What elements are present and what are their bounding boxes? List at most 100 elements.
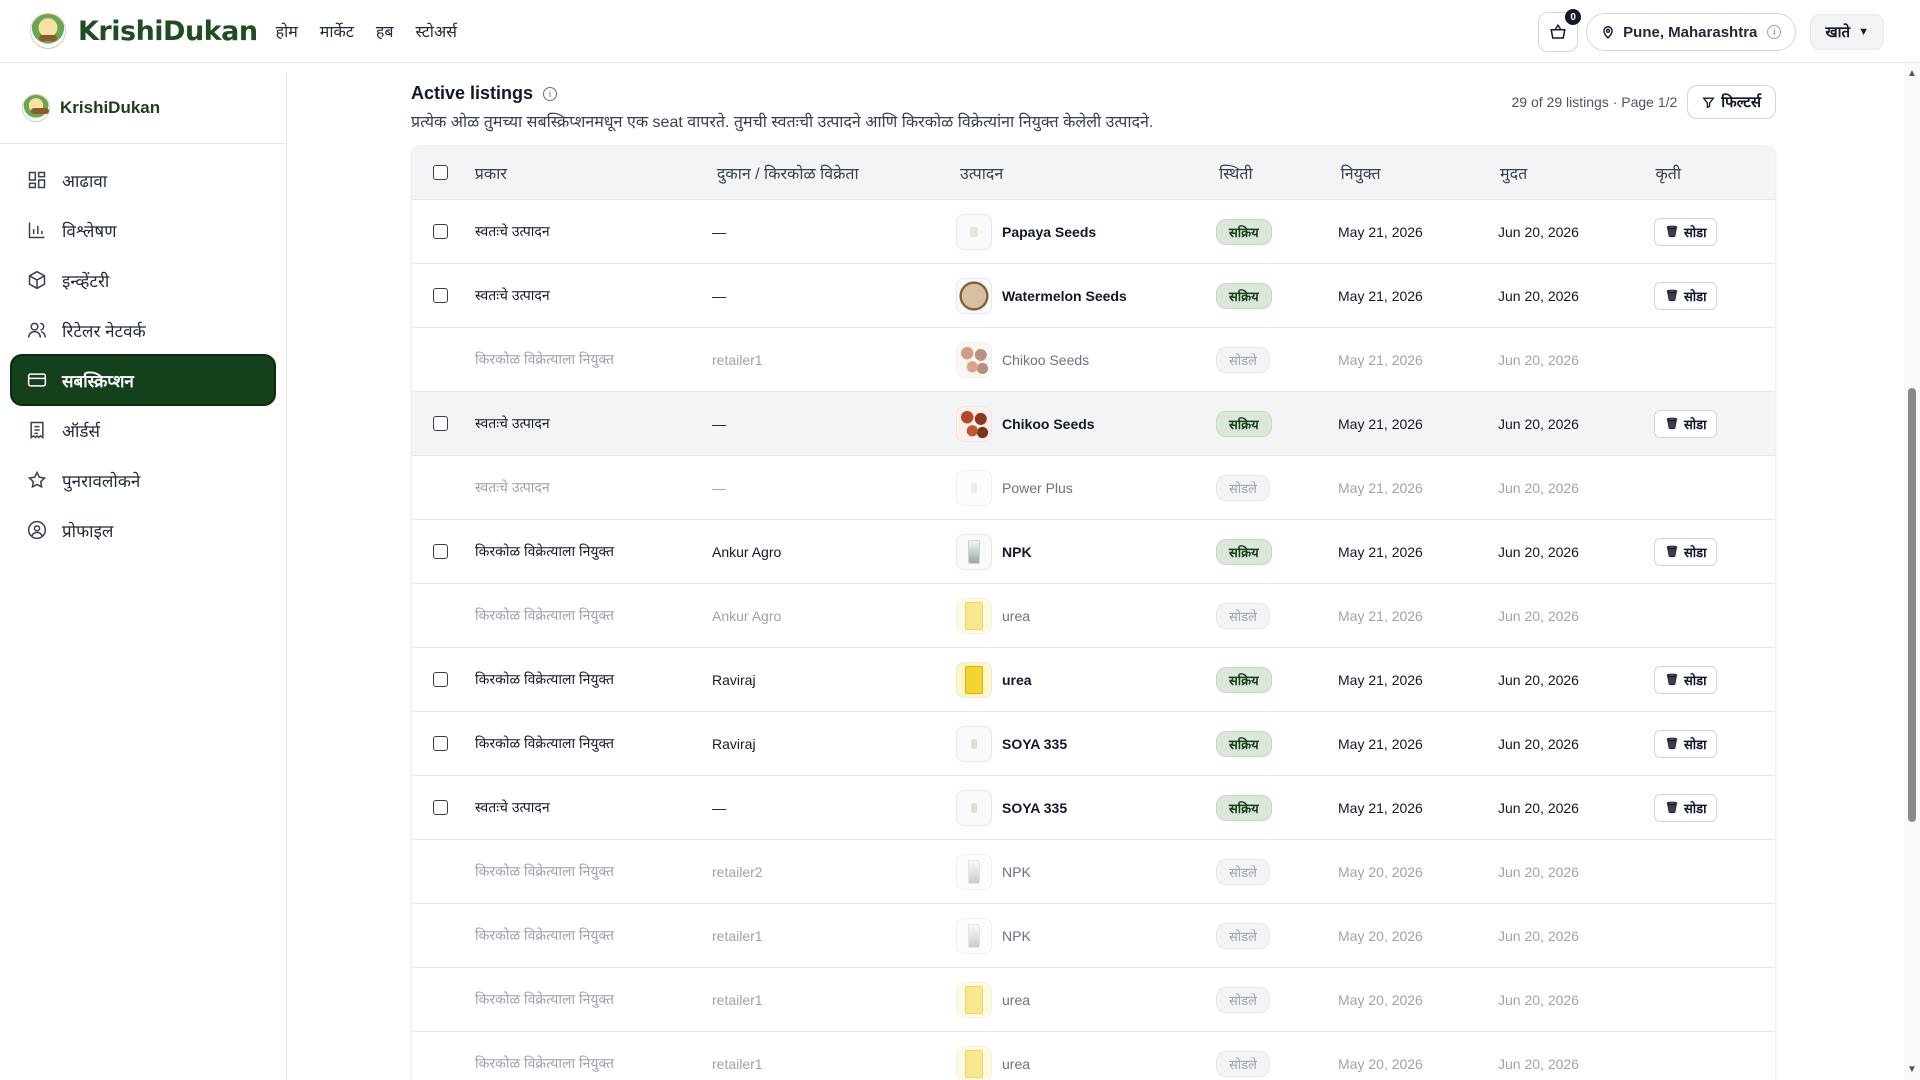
- column-header-shop[interactable]: दुकान / किरकोळ विक्रेता: [717, 162, 960, 184]
- row-shop: —: [712, 287, 726, 304]
- trash-icon: 🗑: [1665, 674, 1679, 686]
- status-badge: सक्रिय: [1216, 730, 1272, 757]
- row-product: Chikoo Seeds: [956, 341, 1216, 378]
- row-expiry-date: Jun 20, 2026: [1498, 351, 1579, 368]
- row-type: स्वतःचे उत्पादन: [475, 415, 550, 431]
- row-shop: Raviraj: [712, 735, 756, 752]
- row-expiry-date: Jun 20, 2026: [1498, 863, 1579, 880]
- row-product: Power Plus: [956, 469, 1216, 506]
- star-icon: [26, 469, 48, 491]
- table-row[interactable]: किरकोळ विक्रेत्याला नियुक्त retailer1 NPK स…: [412, 903, 1775, 967]
- status-badge: सोडले: [1216, 922, 1270, 949]
- select-all-checkbox[interactable]: [432, 165, 448, 180]
- table-row[interactable]: स्वतःचे उत्पादन — Power Plus सोडले May 21, 2…: [412, 455, 1775, 519]
- column-header-product[interactable]: उत्पादन: [960, 162, 1219, 184]
- row-assigned-date: May 21, 2026: [1338, 799, 1423, 816]
- scroll-up-icon[interactable]: ▲: [1907, 68, 1917, 79]
- sidebar-item-overview[interactable]: आढावा: [12, 156, 274, 204]
- row-checkbox[interactable]: [433, 800, 448, 815]
- logo-icon: [22, 93, 50, 122]
- trash-icon: 🗑: [1665, 226, 1679, 238]
- product-thumbnail: [956, 213, 992, 250]
- product-thumbnail: [956, 277, 992, 314]
- table-row[interactable]: किरकोळ विक्रेत्याला नियुक्त Ankur Agro NPK…: [412, 519, 1775, 583]
- table-row[interactable]: स्वतःचे उत्पादन — Papaya Seeds सक्रिय May 21…: [412, 199, 1775, 263]
- row-type: किरकोळ विक्रेत्याला नियुक्त: [475, 607, 614, 623]
- main-content: Active listings i प्रत्येक ओळ तुमच्या सब…: [288, 63, 1904, 1080]
- listings-meta: 29 of 29 listings · Page 1/2 फिल्टर्स: [1511, 85, 1776, 119]
- sidebar-brand[interactable]: KrishiDukan: [0, 72, 286, 144]
- product-name: Watermelon Seeds: [1002, 287, 1127, 304]
- row-checkbox[interactable]: [433, 224, 448, 239]
- row-checkbox[interactable]: [433, 736, 448, 751]
- table-row[interactable]: स्वतःचे उत्पादन — Watermelon Seeds सक्रिय Ma…: [412, 263, 1775, 327]
- column-header-status[interactable]: स्थिती: [1219, 162, 1341, 184]
- table-row[interactable]: किरकोळ विक्रेत्याला नियुक्त Raviraj urea सक…: [412, 647, 1775, 711]
- sidebar-item-label: सबस्क्रिप्शन: [62, 371, 134, 391]
- table-row[interactable]: स्वतःचे उत्पादन — Chikoo Seeds सक्रिय May 21…: [412, 391, 1775, 455]
- table-row[interactable]: किरकोळ विक्रेत्याला नियुक्त retailer2 NPK स…: [412, 839, 1775, 903]
- nav-link-hub[interactable]: हब: [376, 20, 394, 42]
- sidebar-item-reviews[interactable]: पुनरावलोकने: [12, 456, 274, 504]
- nav-link-market[interactable]: मार्केट: [320, 20, 354, 42]
- sidebar-item-analytics[interactable]: विश्लेषण: [12, 206, 274, 254]
- table-row[interactable]: किरकोळ विक्रेत्याला नियुक्त retailer1 Chik…: [412, 327, 1775, 391]
- cart-button[interactable]: 0: [1538, 9, 1582, 52]
- leave-button[interactable]: 🗑 सोडा: [1654, 793, 1718, 822]
- leave-button[interactable]: 🗑 सोडा: [1654, 281, 1718, 310]
- location-selector[interactable]: Pune, Maharashtra i: [1586, 13, 1797, 51]
- product-thumbnail: [956, 469, 992, 506]
- table-row[interactable]: किरकोळ विक्रेत्याला नियुक्त retailer1 urea…: [412, 1031, 1775, 1080]
- sidebar-item-label: प्रोफाइल: [62, 521, 114, 541]
- status-badge: सोडले: [1216, 858, 1270, 885]
- product-thumbnail: [956, 981, 992, 1018]
- sidebar-item-profile[interactable]: प्रोफाइल: [12, 506, 274, 554]
- page-scrollbar[interactable]: ▲ ▼: [1904, 63, 1920, 1080]
- sidebar-item-inventory[interactable]: इन्व्हेंटरी: [12, 256, 274, 304]
- table-row[interactable]: स्वतःचे उत्पादन — SOYA 335 सक्रिय May 21, 20…: [412, 775, 1775, 839]
- leave-button[interactable]: 🗑 सोडा: [1654, 665, 1718, 694]
- leave-button[interactable]: 🗑 सोडा: [1654, 729, 1718, 758]
- row-checkbox[interactable]: [433, 288, 448, 303]
- column-header-expiry[interactable]: मुदत: [1500, 162, 1655, 184]
- row-type: किरकोळ विक्रेत्याला नियुक्त: [475, 991, 614, 1007]
- row-checkbox[interactable]: [433, 544, 448, 559]
- account-menu-button[interactable]: खाते ▼: [1810, 14, 1884, 50]
- sidebar-item-orders[interactable]: ऑर्डर्स: [12, 406, 274, 454]
- brand[interactable]: KrishiDukan: [30, 13, 258, 49]
- map-pin-icon: [1603, 26, 1613, 39]
- card-icon: [26, 369, 48, 391]
- filters-button[interactable]: फिल्टर्स: [1687, 85, 1776, 119]
- sidebar-item-subscription[interactable]: सबस्क्रिप्शन: [12, 356, 274, 404]
- product-thumbnail: [956, 405, 992, 442]
- sidebar-item-retailer-network[interactable]: रिटेलर नेटवर्क: [12, 306, 274, 354]
- status-badge: सोडले: [1216, 346, 1270, 373]
- cart-count-badge: 0: [1565, 9, 1582, 25]
- column-header-type[interactable]: प्रकार: [475, 162, 717, 184]
- nav-link-home[interactable]: होम: [276, 20, 298, 42]
- basket-icon: [1550, 23, 1566, 39]
- product-name: Power Plus: [1002, 479, 1073, 496]
- page-indicator: · Page 1/2: [1612, 94, 1678, 110]
- row-type: किरकोळ विक्रेत्याला नियुक्त: [475, 543, 614, 559]
- column-header-assigned[interactable]: नियुक्त: [1341, 162, 1500, 184]
- product-thumbnail: [956, 661, 992, 698]
- row-shop: —: [712, 479, 726, 496]
- row-checkbox[interactable]: [433, 672, 448, 687]
- row-checkbox[interactable]: [433, 416, 448, 431]
- table-row[interactable]: किरकोळ विक्रेत्याला नियुक्त retailer1 urea…: [412, 967, 1775, 1031]
- scroll-down-icon[interactable]: ▼: [1907, 1064, 1917, 1075]
- location-label: Pune, Maharashtra: [1623, 23, 1758, 41]
- column-header-action: कृती: [1655, 165, 1681, 183]
- scrollbar-thumb[interactable]: [1908, 388, 1916, 822]
- status-badge: सोडले: [1216, 602, 1270, 629]
- leave-button[interactable]: 🗑 सोडा: [1654, 537, 1718, 566]
- table-row[interactable]: किरकोळ विक्रेत्याला नियुक्त Ankur Agro ure…: [412, 583, 1775, 647]
- info-icon[interactable]: i: [543, 86, 558, 101]
- table-row[interactable]: किरकोळ विक्रेत्याला नियुक्त Raviraj SOYA 3…: [412, 711, 1775, 775]
- product-name: urea: [1002, 991, 1031, 1008]
- nav-link-stores[interactable]: स्टोअर्स: [416, 20, 457, 42]
- leave-button[interactable]: 🗑 सोडा: [1654, 217, 1718, 246]
- listings-count: 29 of 29 listings: [1511, 94, 1609, 110]
- leave-button[interactable]: 🗑 सोडा: [1654, 409, 1718, 438]
